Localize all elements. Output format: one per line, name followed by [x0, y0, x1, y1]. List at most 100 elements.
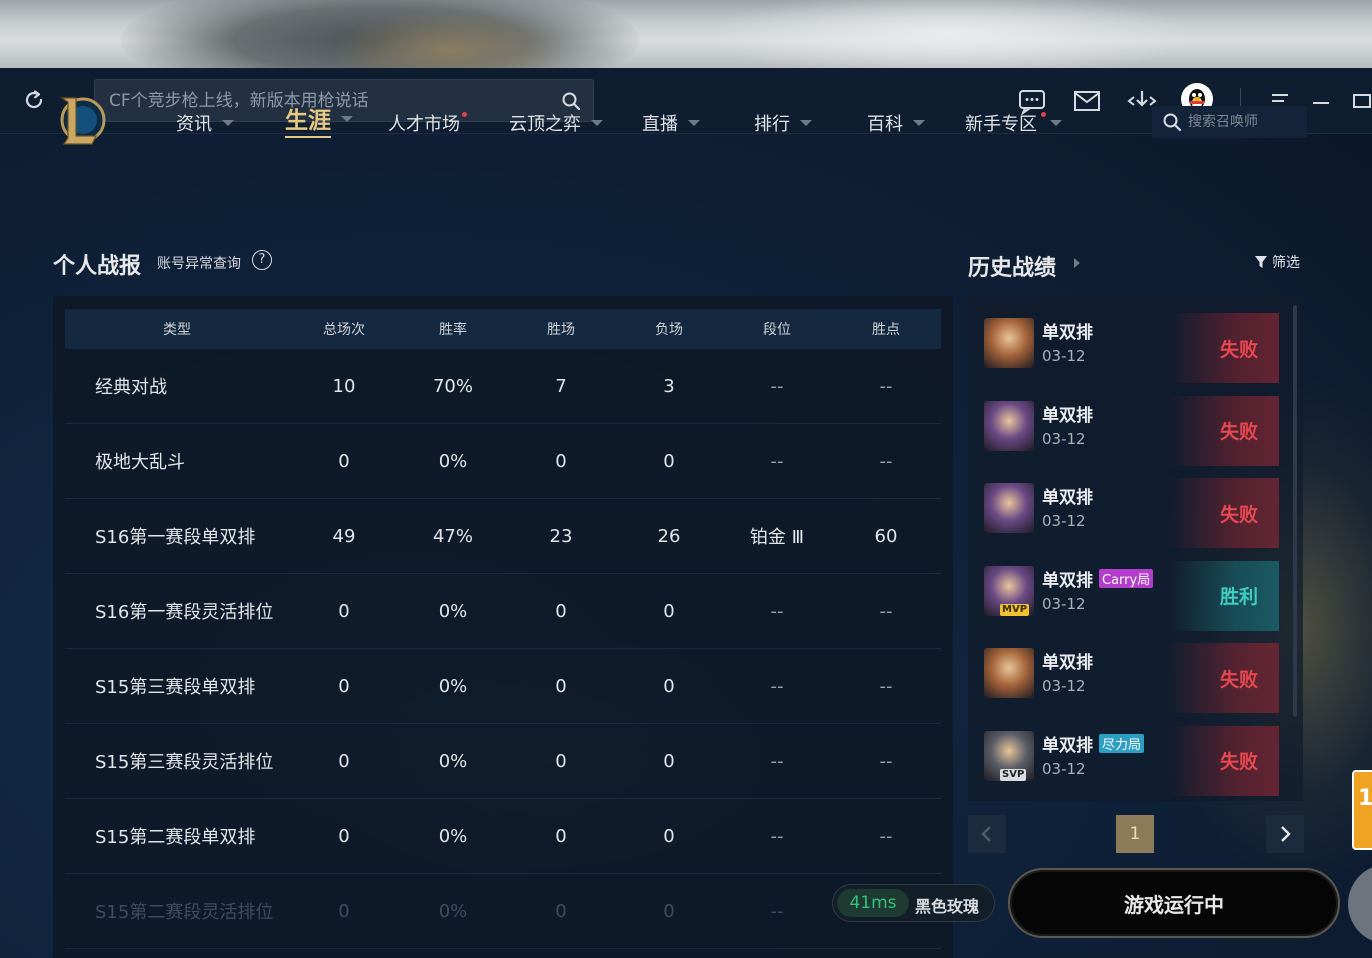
table-cell: 7 [555, 375, 567, 397]
table-cell: 0 [338, 675, 350, 697]
history-list: 单双排 03-12 失败 单双排 03-12 失败 单双排 03-12 失败 MVP 单双排 Carr… [968, 296, 1303, 801]
table-cell: 47% [432, 525, 473, 547]
table-cell: 0 [663, 675, 675, 697]
match-result: 失败 [1169, 725, 1279, 796]
nav-wiki[interactable]: 百科 [867, 108, 925, 138]
column-header: 胜率 [439, 322, 467, 338]
chevron-down-icon [1050, 120, 1062, 126]
match-mode: 单双排 尽力局 [1042, 731, 1145, 756]
nav-newbie[interactable]: 新手专区 [965, 108, 1062, 138]
column-header: 段位 [763, 322, 791, 338]
table-row: S15第三赛段单双排 0 0% 0 0 -- -- [65, 649, 941, 724]
prev-page-button[interactable] [968, 815, 1006, 853]
table-cell: -- [770, 600, 784, 622]
ping-value: 41ms [837, 889, 909, 917]
chevron-down-icon [800, 120, 812, 126]
table-cell: 0 [663, 900, 675, 922]
match-item[interactable]: 单双排 03-12 失败 [984, 471, 1279, 548]
table-row: S15第二赛段灵活排位00%00---- [65, 874, 941, 949]
next-page-button[interactable] [1266, 815, 1304, 853]
table-cell: 0 [338, 600, 350, 622]
summoner-search[interactable] [1152, 106, 1307, 138]
refresh-icon[interactable] [22, 88, 46, 112]
match-item[interactable]: 单双排 03-12 失败 [984, 306, 1279, 383]
match-result: 失败 [1169, 643, 1279, 713]
column-header: 胜点 [872, 322, 900, 338]
chevron-left-icon [981, 826, 991, 842]
server-status[interactable]: 41ms 黑色玫瑰 [832, 884, 995, 922]
notification-dot [1041, 111, 1046, 117]
chevron-right-icon [1281, 826, 1291, 842]
help-icon[interactable]: ? [252, 250, 272, 270]
champion-avatar [984, 648, 1034, 698]
table-cell: 极地大乱斗 [95, 452, 185, 473]
match-mode: 单双排 [1042, 318, 1093, 343]
match-mode-label: 单双排 [1042, 653, 1093, 673]
table-cell: 0 [338, 450, 350, 472]
column-header: 胜场 [547, 322, 575, 338]
maximize-icon[interactable] [1345, 87, 1372, 115]
table-cell: 0 [555, 750, 567, 772]
table-cell: 0% [438, 900, 468, 922]
page-number[interactable]: 1 [1116, 815, 1154, 853]
table-row: S16第一赛段单双排 49 47% 23 26 铂金 Ⅲ 60 [65, 499, 941, 574]
match-mode: 单双排 [1042, 483, 1093, 508]
nav-live[interactable]: 直播 [642, 108, 700, 138]
match-result: 失败 [1169, 478, 1279, 548]
table-cell: S15第二赛段单双排 [95, 827, 256, 848]
table-cell: 铂金 Ⅲ [749, 527, 805, 548]
account-anomaly-link[interactable]: 账号异常查询 [157, 253, 241, 273]
match-item[interactable]: SVP 单双排 尽力局 03-12 失败 [984, 719, 1279, 796]
match-tag: Carry局 [1099, 568, 1154, 588]
table-cell: 60 [874, 525, 898, 547]
champion-avatar: MVP [984, 565, 1034, 616]
table-cell: 26 [657, 525, 681, 547]
side-float-button[interactable] [1348, 864, 1372, 944]
match-mode: 单双排 Carry局 [1042, 566, 1154, 591]
table-cell: 0 [338, 825, 350, 847]
table-cell: 0 [555, 600, 567, 622]
table-row: S15第三赛段灵活排位 0 0% 0 0 -- -- [65, 724, 941, 799]
table-row: S16第一赛段灵活排位 0 0% 0 0 -- -- [65, 574, 941, 649]
mail-icon[interactable] [1072, 87, 1102, 115]
match-mode-label: 单双排 [1042, 405, 1093, 426]
table-cell: 0 [555, 450, 567, 472]
lol-logo[interactable] [56, 92, 106, 148]
table-cell: -- [770, 375, 784, 397]
match-date: 03-12 [1042, 594, 1086, 613]
side-ad-text: 1 [1358, 786, 1372, 811]
table-cell: -- [770, 900, 784, 922]
chevron-right-icon[interactable] [1072, 256, 1082, 270]
table-cell: -- [770, 450, 784, 472]
nav-tft[interactable]: 云顶之弈 [509, 108, 603, 138]
column-header: 负场 [655, 322, 683, 338]
table-cell: -- [879, 375, 893, 397]
table-row: 极地大乱斗 0 0% 0 0 -- -- [65, 424, 941, 499]
table-cell: -- [770, 750, 784, 772]
summoner-search-input[interactable] [1188, 111, 1298, 133]
nav-rank[interactable]: 排行 [754, 108, 812, 138]
game-running-button[interactable]: 游戏运行中 [1008, 868, 1340, 938]
match-item[interactable]: 单双排 03-12 失败 [984, 389, 1279, 466]
table-cell: -- [879, 675, 893, 697]
column-header: 类型 [163, 322, 191, 338]
side-ad-tab[interactable]: 1 [1352, 770, 1372, 850]
match-item[interactable]: 单双排 03-12 失败 [984, 636, 1279, 713]
table-cell: 23 [549, 525, 573, 547]
minimize-icon[interactable] [1307, 87, 1337, 115]
table-cell: 0 [663, 450, 675, 472]
nav-news[interactable]: 资讯 [176, 108, 234, 138]
match-mode: 单双排 [1042, 648, 1093, 673]
match-result: 胜利 [1169, 560, 1279, 631]
match-item[interactable]: MVP 单双排 Carry局 03-12 胜利 [984, 554, 1279, 631]
champion-avatar [984, 483, 1034, 533]
history-scrollbar[interactable] [1293, 305, 1297, 717]
top-banner [0, 0, 1372, 68]
table-cell: -- [879, 450, 893, 472]
nav-talent-market[interactable]: 人才市场 [388, 108, 467, 138]
search-icon[interactable] [1162, 112, 1182, 132]
table-cell: 0% [438, 600, 468, 622]
table-cell: 经典对战 [95, 377, 167, 398]
filter-button[interactable]: 筛选 [1254, 252, 1300, 272]
nav-career[interactable]: 生涯 [285, 104, 353, 138]
